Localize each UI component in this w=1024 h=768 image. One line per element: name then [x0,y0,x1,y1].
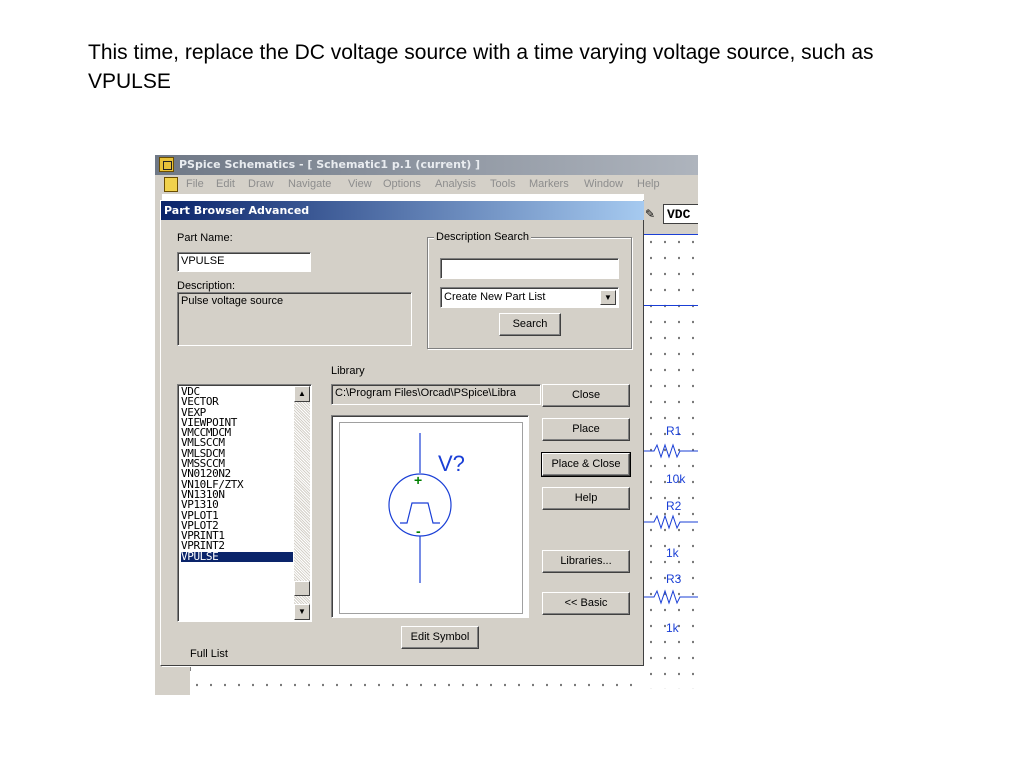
part-browser-dialog: Part Browser Advanced Part Name: VPULSE … [160,200,644,666]
resistor-r3-icon [644,589,698,605]
part-name-input[interactable]: VPULSE [177,252,311,272]
symbol-refdes: V? [438,451,465,476]
library-path-field: C:\Program Files\Orcad\PSpice\Libra [331,384,541,405]
full-list-label: Full List [190,648,228,660]
place-and-close-button[interactable]: Place & Close [541,452,631,477]
get-part-icon[interactable]: ✎ [645,207,655,221]
window-titlebar: PSpice Schematics - [ Schematic1 p.1 (cu… [155,155,698,175]
svg-text:-: - [416,523,421,539]
vpulse-symbol-icon: + - V? [388,433,465,583]
dialog-title: Part Browser Advanced [164,204,310,217]
part-name-label: Part Name: [177,232,233,244]
part-name-combo[interactable]: VDC [663,204,698,224]
part-list[interactable]: VDC VECTOR VEXP VIEWPOINT VMCCMDCM VMLSCCM VML… [177,384,312,622]
resistor-r2-icon [644,514,698,530]
help-button[interactable]: Help [542,487,630,510]
close-button[interactable]: Close [542,384,630,407]
place-button[interactable]: Place [542,418,630,441]
part-list-dropdown-value: Create New Part List [444,291,546,303]
dialog-titlebar: Part Browser Advanced [161,201,644,220]
edit-symbol-button[interactable]: Edit Symbol [401,626,479,649]
menu-draw[interactable]: Draw [248,178,274,190]
basic-button[interactable]: << Basic [542,592,630,615]
menu-edit[interactable]: Edit [216,178,235,190]
menu-file[interactable]: File [186,178,204,190]
slide-text: This time, replace the DC voltage source… [88,41,874,93]
svg-text:+: + [414,472,422,488]
symbol-preview-canvas: + - V? [339,422,523,614]
document-icon[interactable] [164,177,178,192]
part-list-items: VDC VECTOR VEXP VIEWPOINT VMCCMDCM VMLSCCM VML… [181,386,293,563]
description-label: Description: [177,280,236,292]
menu-help[interactable]: Help [637,178,660,190]
wire [644,234,698,235]
pspice-app-icon [159,157,174,172]
resistor-r1-icon [644,443,698,459]
description-search-input[interactable] [440,258,619,279]
menu-analysis[interactable]: Analysis [435,178,476,190]
description-field: Pulse voltage source [177,292,412,346]
schematic-canvas[interactable]: R1 10k R2 1k R3 1k [644,234,698,689]
menu-view[interactable]: View [348,178,372,190]
scroll-up-icon[interactable]: ▲ [294,386,310,402]
pspice-screenshot: PSpice Schematics - [ Schematic1 p.1 (cu… [155,155,698,695]
search-button[interactable]: Search [499,313,561,336]
symbol-preview: + - V? [331,415,529,618]
resistor-symbols [644,443,698,605]
scroll-down-icon[interactable]: ▼ [294,604,310,620]
libraries-button[interactable]: Libraries... [542,550,630,573]
schematic-canvas-bottom[interactable] [190,671,644,695]
resistor-r1-label: R1 [666,424,682,438]
chevron-down-icon[interactable]: ▼ [600,290,616,305]
part-list-dropdown[interactable]: Create New Part List ▼ [440,287,619,308]
menu-bar: File Edit Draw Navigate View Options Ana… [155,175,698,194]
description-search-title: Description Search [434,231,531,243]
menu-navigate[interactable]: Navigate [288,178,331,190]
library-label: Library [331,365,365,377]
canvas-margin [162,667,191,695]
menu-options[interactable]: Options [383,178,421,190]
menu-tools[interactable]: Tools [490,178,516,190]
menu-window[interactable]: Window [584,178,623,190]
part-list-item[interactable]: VPULSE [181,551,293,563]
window-title: PSpice Schematics - [ Schematic1 p.1 (cu… [179,158,481,171]
scroll-thumb[interactable] [294,581,310,596]
part-list-scrollbar[interactable]: ▲ ▼ [294,386,310,620]
wire [644,305,698,306]
menu-markers[interactable]: Markers [529,178,569,190]
